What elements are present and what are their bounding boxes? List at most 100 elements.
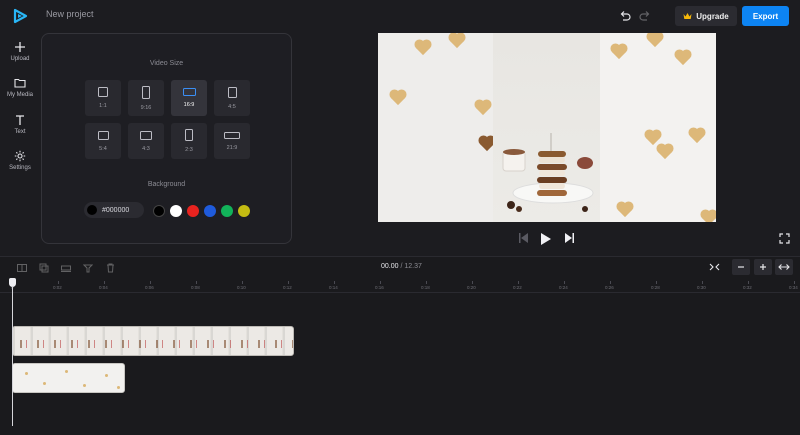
heart-decoration	[675, 50, 691, 66]
size-option-4-5[interactable]: 4:5	[214, 80, 250, 116]
size-label: 5:4	[99, 145, 107, 152]
ruler-tick-label: 0:04	[99, 285, 108, 290]
heart-decoration	[657, 144, 673, 160]
clip-thumbnail-dot	[65, 370, 68, 373]
skip-back-icon[interactable]	[518, 232, 529, 244]
ruler-tick-label: 0:10	[237, 285, 246, 290]
landscape-ratio-icon	[97, 130, 109, 140]
size-label: 16:9	[183, 102, 195, 108]
size-option-21-9[interactable]: 21:9	[214, 123, 250, 159]
size-option-5-4[interactable]: 5:4	[85, 123, 121, 159]
fullscreen-icon[interactable]	[779, 233, 790, 244]
current-color-swatch	[87, 205, 97, 215]
ruler-tick	[380, 281, 381, 284]
nav-settings[interactable]: Settings	[0, 150, 40, 180]
size-option-2-3[interactable]: 2:3	[171, 123, 207, 159]
video-preview[interactable]	[378, 33, 716, 222]
ruler-tick-label: 0:24	[559, 285, 568, 290]
color-swatch-white[interactable]	[170, 205, 182, 217]
zoom-out-button[interactable]	[732, 259, 750, 275]
video-clip[interactable]	[12, 326, 294, 356]
total-time: 12.37	[404, 263, 422, 270]
upgrade-button[interactable]: Upgrade	[675, 6, 737, 26]
project-title[interactable]: New project	[46, 9, 94, 19]
portrait-ratio-icon	[227, 86, 237, 98]
trim-tool-button[interactable]	[58, 261, 74, 275]
ruler-tick	[748, 281, 749, 284]
ruler-tick	[794, 281, 795, 284]
ruler-tick	[656, 281, 657, 284]
ruler-tick-label: 0:16	[375, 285, 384, 290]
top-bar: New project Upgrade Export	[0, 0, 800, 32]
ruler-tick-label: 0:12	[283, 285, 292, 290]
text-icon	[16, 115, 24, 125]
expand-icon	[778, 264, 790, 270]
fit-timeline-button[interactable]	[705, 259, 723, 275]
video-size-title: Video Size	[149, 60, 184, 67]
color-swatch-red[interactable]	[187, 205, 199, 217]
portrait-ratio-icon	[142, 85, 150, 99]
size-option-1-1[interactable]: 1:1	[85, 80, 121, 116]
ruler-tick	[334, 281, 335, 284]
fit-icon	[709, 263, 719, 271]
timecode: 00.00 / 12.37	[381, 263, 422, 270]
skip-forward-icon[interactable]	[564, 232, 575, 244]
color-swatch-black[interactable]	[153, 205, 165, 217]
image-clip[interactable]	[12, 363, 125, 393]
ruler-tick-label: 0:06	[145, 285, 154, 290]
dessert-photo	[502, 133, 594, 212]
ruler-tick	[564, 281, 565, 284]
duplicate-tool-button[interactable]	[36, 261, 52, 275]
ruler-tick-label: 0:08	[191, 285, 200, 290]
zoom-in-button[interactable]	[754, 259, 772, 275]
logo-icon[interactable]	[12, 8, 28, 24]
heart-decoration	[689, 128, 705, 144]
redo-icon[interactable]	[638, 9, 652, 23]
playhead[interactable]	[12, 286, 13, 426]
gear-icon	[14, 150, 26, 162]
preview-center-panel	[493, 33, 600, 222]
undo-icon[interactable]	[618, 9, 632, 23]
landscape-ratio-icon	[140, 130, 152, 140]
size-label: 1:1	[99, 103, 107, 109]
heart-decoration	[611, 44, 627, 60]
size-option-4-3[interactable]: 4:3	[128, 123, 164, 159]
delete-tool-button[interactable]	[102, 261, 118, 275]
nav-text[interactable]: Text	[0, 114, 40, 144]
ruler-tick-label: 0:26	[605, 285, 614, 290]
size-label: 9:16	[140, 104, 152, 111]
ruler-tick	[702, 281, 703, 284]
nav-my-media[interactable]: My Media	[0, 77, 40, 107]
background-title: Background	[147, 181, 186, 188]
size-option-9-16[interactable]: 9:16	[128, 80, 164, 116]
nav-upload[interactable]: Upload	[0, 41, 40, 71]
current-time: 00.00	[381, 263, 399, 270]
copy-icon	[39, 263, 49, 273]
size-option-16-9[interactable]: 16:9	[171, 80, 207, 116]
heart-decoration	[415, 40, 431, 56]
color-swatch-yellow[interactable]	[238, 205, 250, 217]
ruler-tick-label: 0:34	[789, 285, 798, 290]
ruler-tick-label: 0:20	[467, 285, 476, 290]
trim-icon	[61, 265, 71, 272]
ruler-tick-label: 0:14	[329, 285, 338, 290]
trash-icon	[106, 263, 114, 273]
heart-decoration	[617, 202, 633, 218]
color-swatch-green[interactable]	[221, 205, 233, 217]
timeline-ruler[interactable]	[0, 279, 800, 293]
plus-icon	[15, 42, 25, 52]
size-label: 4:5	[228, 103, 236, 110]
color-swatch-blue[interactable]	[204, 205, 216, 217]
size-label: 4:3	[142, 145, 150, 152]
split-icon	[17, 264, 27, 272]
preview-left-panel	[378, 33, 495, 222]
crop-tool-button[interactable]	[80, 261, 96, 275]
split-tool-button[interactable]	[14, 261, 30, 275]
background-hex-input[interactable]: #000000	[84, 202, 144, 218]
ruler-tick-label: 0:02	[53, 285, 62, 290]
play-icon[interactable]	[540, 232, 552, 246]
export-button[interactable]: Export	[742, 6, 789, 26]
expand-timeline-button[interactable]	[775, 259, 793, 275]
ruler-tick	[518, 281, 519, 284]
clip-thumbnail-dot	[25, 372, 28, 375]
